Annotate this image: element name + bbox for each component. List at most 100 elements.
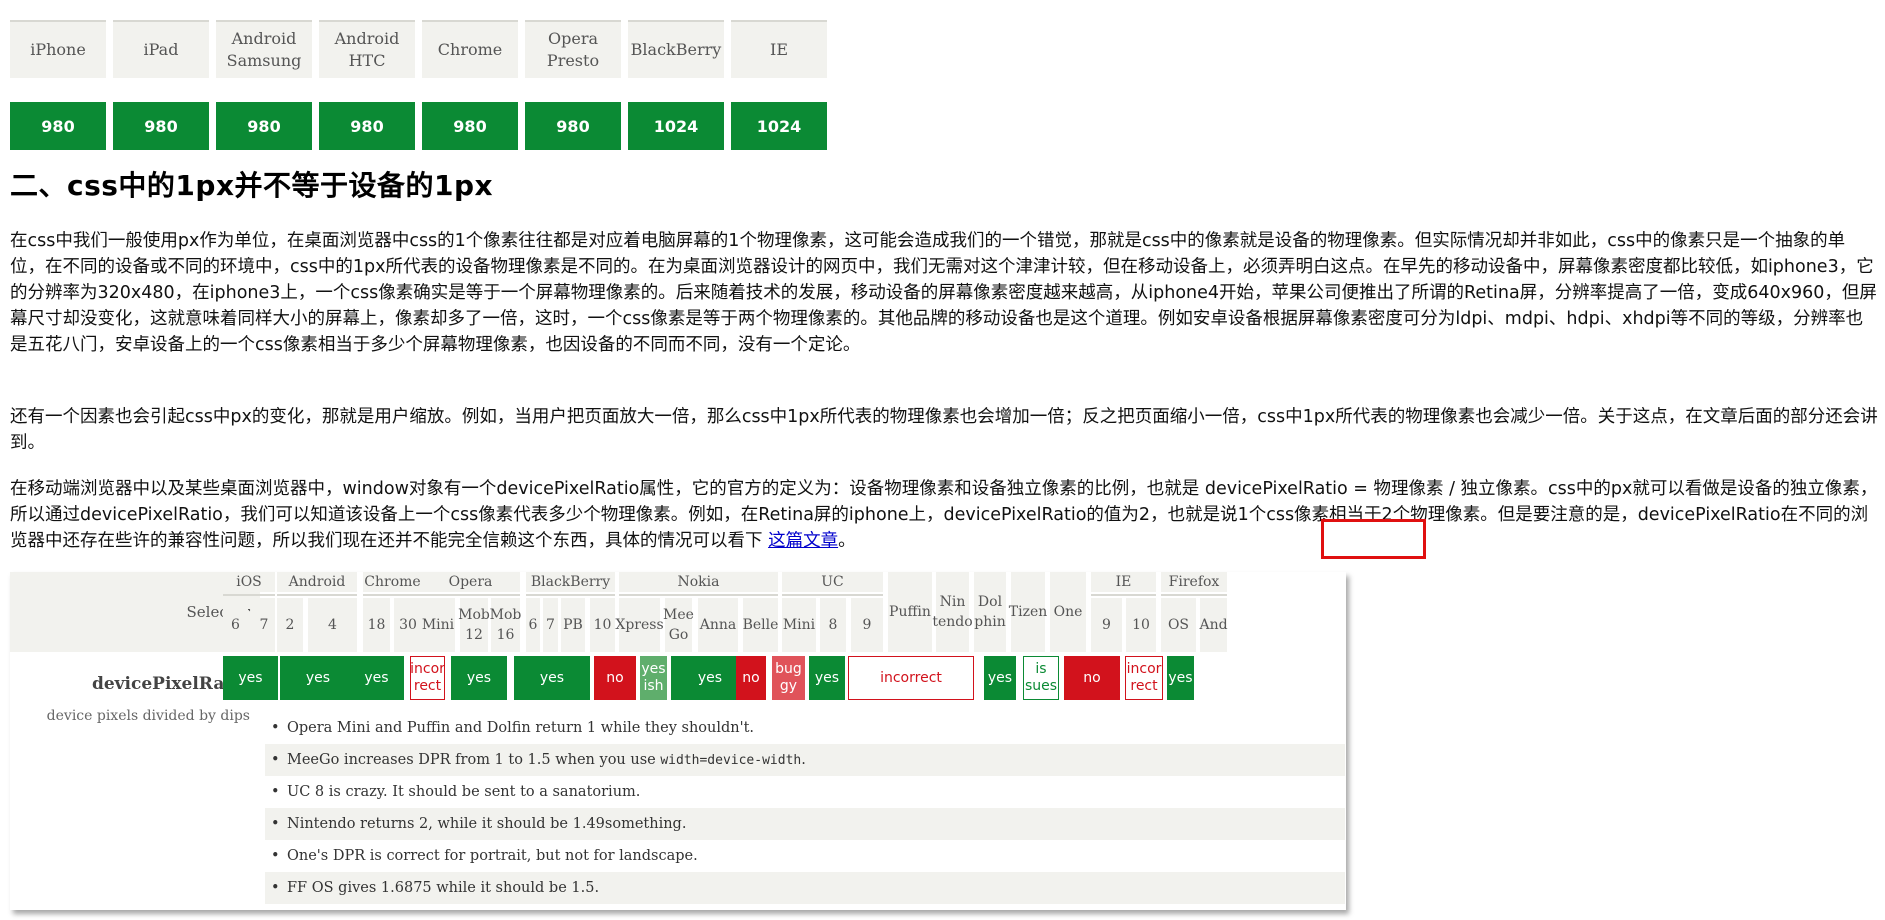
dpr-result-yes: yes — [349, 656, 404, 700]
browser-version-header: Dol phin — [974, 572, 1006, 652]
group-header-blackberry: BlackBerry — [526, 572, 615, 592]
paragraph-dpr-end: 。 — [838, 531, 856, 551]
browser-version-header: PB — [561, 598, 585, 652]
value-android-htc: 980 — [319, 102, 415, 150]
browser-version-header: 30 — [394, 598, 422, 652]
header-ie: IE — [731, 20, 827, 78]
browser-version-header: Nin tendo — [932, 572, 973, 652]
browser-version-header: Mini — [421, 598, 455, 652]
header-opera-presto: Opera Presto — [525, 20, 621, 78]
dpr-result-yes: yes — [223, 656, 278, 700]
value-iphone: 980 — [10, 102, 106, 150]
group-header-android: Android — [277, 572, 357, 592]
browser-version-header: Mob 12 — [458, 598, 490, 652]
browser-version-header: Belle — [743, 598, 778, 652]
browser-version-header: 2 — [277, 598, 303, 652]
browser-version-header: Mob 16 — [490, 598, 521, 652]
browser-version-header: 9 — [1091, 598, 1122, 652]
group-header-opera: Opera — [421, 572, 520, 592]
dpr-result-yes: yes — [1167, 656, 1194, 700]
browser-version-header: Mee Go — [663, 598, 694, 652]
note-item: MeeGo increases DPR from 1 to 1.5 when y… — [265, 744, 1345, 776]
compat-notes-list: Opera Mini and Puffin and Dolfin return … — [265, 712, 1345, 904]
dpr-compatibility-table: Selector iOS 6 7 Android 2 4 Chrome 18 30 Opera Mi… — [10, 572, 1346, 910]
value-ie: 1024 — [731, 102, 827, 150]
header-blackberry: BlackBerry — [628, 20, 724, 78]
group-rule — [526, 594, 615, 596]
group-rule — [421, 594, 520, 596]
dpr-result-yesish: yes ish — [640, 656, 667, 700]
browser-version-header: Mini — [782, 598, 816, 652]
group-header-uc: UC — [782, 572, 883, 592]
group-header-nokia: Nokia — [619, 572, 778, 592]
dpr-result-incorrect: incorrect — [848, 656, 974, 700]
dpr-row-subtitle: device pixels divided by dips — [46, 708, 250, 724]
dpr-result-yes: yes — [280, 656, 356, 700]
browser-version-header: 18 — [363, 598, 390, 652]
dpr-result-no: no — [736, 656, 766, 700]
paragraph-device-pixel-ratio: 在移动端浏览器中以及某些桌面浏览器中，window对象有一个devicePixe… — [10, 476, 1880, 554]
browser-version-header: 7 — [253, 598, 275, 652]
group-header-chrome: Chrome — [363, 572, 422, 592]
note-code: width=device-width — [660, 753, 802, 768]
paragraph-css-pixel: 在css中我们一般使用px作为单位，在桌面浏览器中css的1个像素往往都是对应着… — [10, 231, 1877, 355]
group-header-ie: IE — [1091, 572, 1156, 592]
browser-version-header: One — [1050, 572, 1086, 652]
dpr-result-incorrect: incor rect — [410, 656, 445, 700]
browser-version-header: 10 — [590, 598, 615, 652]
note-item: Opera Mini and Puffin and Dolfin return … — [265, 712, 1345, 744]
dpr-result-no: no — [1064, 656, 1120, 700]
note-item: Nintendo returns 2, while it should be 1… — [265, 808, 1345, 840]
dpr-result-no: no — [594, 656, 636, 700]
dpr-result-incorrect: incor rect — [1125, 656, 1163, 700]
browser-version-header: 8 — [820, 598, 846, 652]
value-ipad: 980 — [113, 102, 209, 150]
browser-version-header: 6 — [526, 598, 540, 652]
article-link[interactable]: 这篇文章 — [768, 531, 838, 551]
paragraph-dpr-text: 在移动端浏览器中以及某些桌面浏览器中，window对象有一个devicePixe… — [10, 479, 1878, 551]
browser-version-header: Puffin — [888, 572, 932, 652]
group-rule — [363, 594, 422, 596]
viewport-width-table: iPhone iPad Android Samsung Android HTC … — [10, 20, 827, 150]
group-header-firefox: Firefox — [1161, 572, 1227, 592]
browser-version-header: And — [1199, 598, 1228, 652]
browser-version-header: Xpress — [615, 598, 664, 652]
header-ipad: iPad — [113, 20, 209, 78]
dpr-result-yes: yes — [809, 656, 845, 700]
dpr-result-issues: is sues — [1023, 656, 1059, 700]
browser-version-header: 6 — [223, 598, 248, 652]
header-android-htc: Android HTC — [319, 20, 415, 78]
section-heading: 二、css中的1px并不等于设备的1px — [10, 169, 494, 202]
viewport-table-header-row: iPhone iPad Android Samsung Android HTC … — [10, 20, 827, 78]
browser-version-header: OS — [1161, 598, 1196, 652]
group-header-ios: iOS — [223, 572, 275, 592]
group-rule — [223, 594, 275, 596]
header-android-samsung: Android Samsung — [216, 20, 312, 78]
note-text: MeeGo increases DPR from 1 to 1.5 when y… — [287, 752, 661, 768]
group-rule — [782, 594, 883, 596]
value-android-samsung: 980 — [216, 102, 312, 150]
dpr-result-buggy: bug gy — [772, 656, 805, 700]
browser-version-header: Anna — [698, 598, 738, 652]
header-iphone: iPhone — [10, 20, 106, 78]
viewport-table-value-row: 980 980 980 980 980 980 1024 1024 — [10, 102, 827, 150]
note-item: FF OS gives 1.6875 while it should be 1.… — [265, 872, 1345, 904]
value-chrome: 980 — [422, 102, 518, 150]
browser-version-header: 10 — [1126, 598, 1156, 652]
header-chrome: Chrome — [422, 20, 518, 78]
dpr-result-yes: yes — [984, 656, 1016, 700]
group-rule — [1091, 594, 1156, 596]
note-text-end: . — [801, 752, 806, 768]
dpr-result-yes: yes — [514, 656, 590, 700]
browser-version-header: 7 — [543, 598, 558, 652]
value-opera-presto: 980 — [525, 102, 621, 150]
dpr-result-yes: yes — [451, 656, 507, 700]
note-item: UC 8 is crazy. It should be sent to a sa… — [265, 776, 1345, 808]
group-rule — [277, 594, 357, 596]
browser-version-header: 9 — [851, 598, 883, 652]
browser-version-header: Tizen — [1009, 572, 1047, 652]
group-rule — [619, 594, 778, 596]
value-blackberry: 1024 — [628, 102, 724, 150]
group-rule — [1161, 594, 1227, 596]
note-item: One's DPR is correct for portrait, but n… — [265, 840, 1345, 872]
